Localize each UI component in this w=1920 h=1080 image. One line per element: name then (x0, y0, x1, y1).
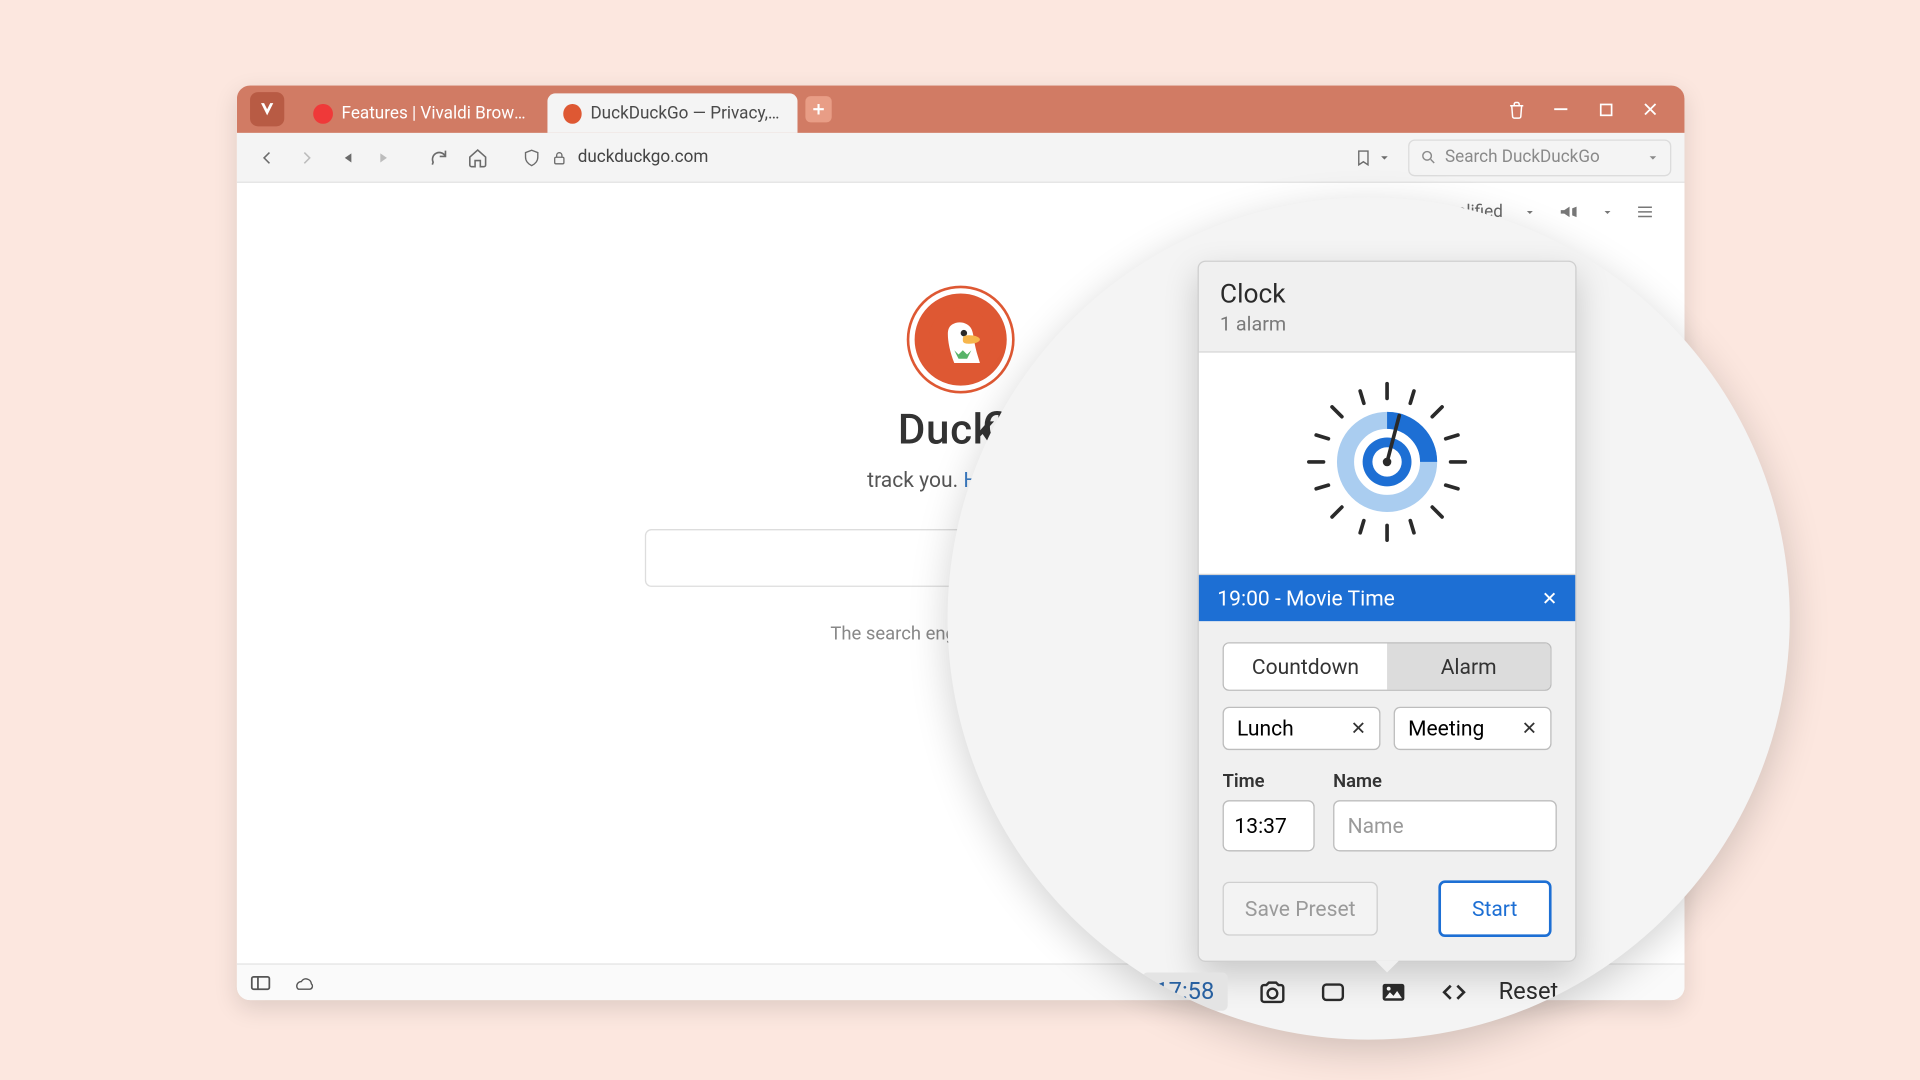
address-bar: duckduckgo.com Search DuckDuckGo (237, 133, 1685, 183)
maximize-button[interactable] (1595, 99, 1616, 120)
time-label: Time (1223, 771, 1315, 792)
lock-icon (551, 149, 567, 165)
back-button[interactable] (250, 140, 284, 174)
minimize-button[interactable] (1550, 99, 1571, 120)
chevron-down-icon[interactable] (1524, 206, 1536, 218)
panel-pointer (1375, 961, 1399, 973)
zoom-status-bar: 17:58 Reset (1142, 973, 1595, 1011)
shield-icon[interactable] (522, 148, 540, 166)
mode-segmented-control: Countdown Alarm (1223, 642, 1552, 691)
tagline-text: track you. (867, 467, 963, 492)
tiling-icon[interactable] (1317, 977, 1349, 1006)
tab-title: Features | Vivaldi Browser (342, 103, 532, 123)
new-tab-button[interactable] (805, 96, 831, 122)
search-engine-field[interactable]: Search DuckDuckGo (1408, 139, 1671, 176)
bookmark-icon[interactable] (1354, 148, 1372, 166)
preset-lunch[interactable]: Lunch ✕ (1223, 707, 1381, 750)
tab-title: DuckDuckGo — Privacy, sim (590, 103, 781, 123)
chevron-down-icon[interactable] (1602, 206, 1614, 218)
hamburger-menu-icon[interactable] (1634, 203, 1655, 221)
devtools-icon[interactable] (1438, 977, 1470, 1006)
chevron-down-icon[interactable] (1571, 980, 1595, 1004)
duckduckgo-logo-icon (909, 288, 1012, 391)
countdown-tab[interactable]: Countdown (1224, 644, 1387, 690)
trash-icon[interactable] (1506, 99, 1527, 120)
clock-title: Clock (1220, 278, 1554, 310)
vivaldi-logo-icon[interactable] (250, 92, 284, 126)
preset-label: Meeting (1408, 716, 1484, 741)
name-input[interactable]: Name (1333, 800, 1557, 851)
clock-face (1199, 353, 1575, 575)
save-preset-button[interactable]: Save Preset (1223, 882, 1378, 936)
fast-forward-button[interactable] (368, 140, 402, 174)
ddg-favicon-icon (563, 103, 581, 123)
alarm-tab[interactable]: Alarm (1387, 644, 1550, 690)
panel-toggle-icon[interactable] (250, 974, 271, 990)
alarm-entry[interactable]: 19:00 - Movie Time (1199, 575, 1575, 621)
vivaldi-favicon-icon (313, 103, 332, 123)
chevron-down-icon[interactable] (1646, 151, 1659, 164)
zoom-lens: Clock 1 alarm (948, 197, 1790, 1039)
image-icon[interactable] (1377, 977, 1409, 1006)
megaphone-icon[interactable] (1557, 201, 1581, 222)
reload-button[interactable] (421, 140, 455, 174)
rewind-button[interactable] (329, 140, 363, 174)
time-input[interactable]: 13:37 (1223, 800, 1315, 851)
reset-zoom-button[interactable]: Reset (1499, 978, 1559, 1006)
search-placeholder: Search DuckDuckGo (1445, 147, 1600, 167)
chevron-down-icon[interactable] (1378, 151, 1391, 164)
preset-delete-icon[interactable]: ✕ (1522, 718, 1537, 739)
window-controls (1487, 99, 1679, 120)
start-button[interactable]: Start (1438, 880, 1552, 937)
url-field[interactable]: duckduckgo.com (511, 139, 1403, 176)
preset-row: Lunch ✕ Meeting ✕ (1223, 707, 1552, 750)
name-label: Name (1333, 771, 1557, 792)
tab-duckduckgo[interactable]: DuckDuckGo — Privacy, sim (547, 93, 797, 132)
forward-button[interactable] (290, 140, 324, 174)
tab-strip: Features | Vivaldi Browser DuckDuckGo — … (297, 86, 1487, 133)
preset-delete-icon[interactable]: ✕ (1351, 718, 1366, 739)
sync-icon[interactable] (290, 973, 314, 991)
title-bar: Features | Vivaldi Browser DuckDuckGo — … (237, 86, 1685, 133)
home-button[interactable] (461, 140, 495, 174)
url-text: duckduckgo.com (578, 147, 709, 167)
alarm-delete-icon[interactable] (1542, 591, 1556, 605)
clock-time[interactable]: 17:58 (1142, 973, 1227, 1011)
clock-subtitle: 1 alarm (1220, 312, 1554, 336)
search-icon (1420, 149, 1437, 166)
preset-label: Lunch (1237, 716, 1294, 741)
clock-panel-header: Clock 1 alarm (1199, 262, 1575, 353)
close-button[interactable] (1640, 99, 1661, 120)
clock-panel-body: Countdown Alarm Lunch ✕ Meeting ✕ Time 1… (1199, 621, 1575, 961)
alarm-form: Time 13:37 Name Name (1223, 771, 1552, 851)
tab-features[interactable]: Features | Vivaldi Browser (297, 93, 547, 132)
clock-panel: Clock 1 alarm (1198, 261, 1577, 962)
preset-meeting[interactable]: Meeting ✕ (1394, 707, 1552, 750)
alarm-text: 19:00 - Movie Time (1217, 586, 1395, 611)
capture-icon[interactable] (1256, 977, 1288, 1006)
action-row: Save Preset Start (1223, 880, 1552, 937)
